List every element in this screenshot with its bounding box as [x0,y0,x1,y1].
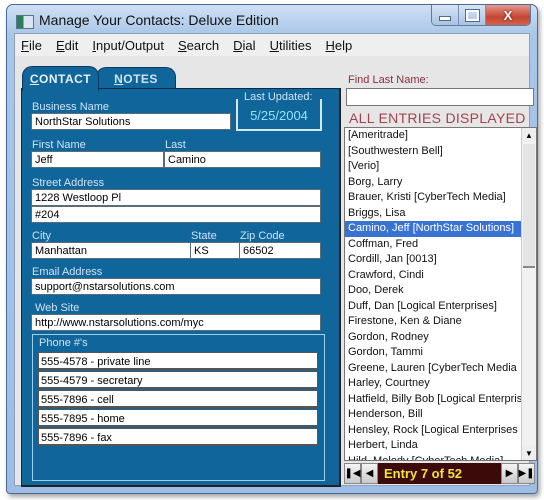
list-item[interactable]: Hatfield, Billy Bob [Logical Enterpris [345,392,536,408]
street-address-line1[interactable]: 1228 Westloop Pl [31,189,321,206]
list-item[interactable]: Firestone, Ken & Diane [345,314,536,330]
phone-numbers-label: Phone #'s [39,337,88,349]
filter-status: ALL ENTRIES DISPLAYED [349,110,526,126]
record-position: Entry 7 of 52 [378,463,501,484]
tab-contact[interactable]: C ONTACT [22,66,99,91]
list-item[interactable]: Harley, Courtney [345,376,536,392]
last-updated-value: 5/25/2004 [250,108,308,123]
scroll-thumb[interactable] [523,144,535,268]
app-window: Manage Your Contacts: Deluxe Edition X F… [6,4,538,494]
list-item[interactable]: Hild, Melody [CyberTech Media] [345,454,536,461]
menu-search[interactable]: Search [178,38,219,53]
list-item[interactable]: Henderson, Bill [345,407,536,423]
last-updated-box: Last Updated: 5/25/2004 [236,91,322,131]
menu-dial[interactable]: Dial [233,38,255,53]
window-title: Manage Your Contacts: Deluxe Edition [39,12,279,28]
minimize-button[interactable] [432,5,459,25]
last-name-field[interactable]: Camino [164,151,321,168]
phone-row[interactable]: 555-7896 - fax [38,428,318,446]
minimize-icon [439,15,451,21]
close-button[interactable]: X [486,5,530,25]
list-item[interactable]: Greene, Lauren [CyberTech Media [345,361,536,377]
first-name-label: First Name [32,139,86,151]
last-record-icon: ▶❚ [518,468,535,479]
contacts-list[interactable]: [Ameritrade] [Southwestern Bell] [Verio] Bo… [344,127,537,461]
list-item[interactable]: Duff, Dan [Logical Enterprises] [345,299,536,315]
list-item[interactable]: Doo, Derek [345,283,536,299]
phone-row[interactable]: 555-7896 - cell [38,390,318,408]
tab-notes[interactable]: N OTES [96,67,176,90]
scroll-up-button[interactable]: ▲ [522,128,536,142]
website-label: Web Site [35,302,80,314]
list-item[interactable]: Cordill, Jan [0013] [345,252,536,268]
first-record-icon: ❚◀ [344,468,361,479]
menu-bar: File Edit Input/Output Search Dial Utili… [15,34,529,56]
previous-record-button[interactable]: ◀ [361,463,378,484]
state-label: State [191,230,217,242]
email-label: Email Address [32,266,103,278]
next-record-icon: ▶ [505,468,514,479]
state-field[interactable]: KS [190,242,240,259]
list-item[interactable]: [Ameritrade] [345,128,536,144]
find-last-name-label: Find Last Name: [348,74,429,86]
contact-panel: Business Name NorthStar Solutions Last U… [21,88,341,487]
find-last-name-input[interactable] [346,88,534,106]
title-bar: Manage Your Contacts: Deluxe Edition X [7,5,537,33]
list-item[interactable]: Crawford, Cindi [345,268,536,284]
menu-file[interactable]: File [21,38,42,53]
list-item[interactable]: Coffman, Fred [345,237,536,253]
list-item[interactable]: Gordon, Tammi [345,345,536,361]
last-record-button[interactable]: ▶❚ [518,463,535,484]
record-navigator: ❚◀ ◀ Entry 7 of 52 ▶ ▶❚ [344,463,535,484]
street-address-label: Street Address [32,177,105,189]
zip-code-field[interactable]: 66502 [239,242,321,259]
phone-row[interactable]: 555-7895 - home [38,409,318,427]
zip-code-label: Zip Code [240,230,285,242]
list-item[interactable]: [Southwestern Bell] [345,144,536,160]
list-item[interactable]: Camino, Jeff [NorthStar Solutions] [345,221,522,237]
phone-numbers-group: Phone #'s 555-4578 - private line 555-45… [32,334,325,481]
first-record-button[interactable]: ❚◀ [344,463,361,484]
app-icon [16,15,34,29]
list-scrollbar[interactable]: ▲ ▼ [521,128,536,460]
menu-input-output[interactable]: Input/Output [92,38,164,53]
client-area: File Edit Input/Output Search Dial Utili… [14,33,537,487]
next-record-button[interactable]: ▶ [501,463,518,484]
close-icon: X [503,7,513,23]
last-name-label: Last [165,139,186,151]
menu-utilities[interactable]: Utilities [270,38,312,53]
last-updated-label: Last Updated: [242,91,320,103]
menu-help[interactable]: Help [325,38,352,53]
list-item[interactable]: Briggs, Lisa [345,206,536,222]
email-field[interactable]: support@nstarsolutions.com [31,278,321,295]
business-name-label: Business Name [32,101,110,113]
maximize-button[interactable] [459,5,486,25]
maximize-icon [464,8,480,22]
city-label: City [32,230,51,242]
list-item[interactable]: Hensley, Rock [Logical Enterprises [345,423,536,439]
list-item[interactable]: [Verio] [345,159,536,175]
phone-row[interactable]: 555-4578 - private line [38,352,318,370]
contacts-list-items: [Ameritrade] [Southwestern Bell] [Verio] Bo… [345,128,536,461]
list-item[interactable]: Borg, Larry [345,175,536,191]
first-name-field[interactable]: Jeff [31,151,164,168]
business-name-field[interactable]: NorthStar Solutions [31,113,231,130]
window-controls: X [431,5,531,26]
previous-record-icon: ◀ [365,468,374,479]
list-item[interactable]: Herbert, Linda [345,438,536,454]
city-field[interactable]: Manhattan [31,242,191,259]
street-address-line2[interactable]: #204 [31,206,321,223]
phone-row[interactable]: 555-4579 - secretary [38,371,318,389]
scroll-down-button[interactable]: ▼ [522,446,536,460]
website-field[interactable]: http://www.nstarsolutions.com/myc [31,314,321,331]
list-item[interactable]: Gordon, Rodney [345,330,536,346]
list-item[interactable]: Brauer, Kristi [CyberTech Media] [345,190,536,206]
menu-edit[interactable]: Edit [56,38,78,53]
